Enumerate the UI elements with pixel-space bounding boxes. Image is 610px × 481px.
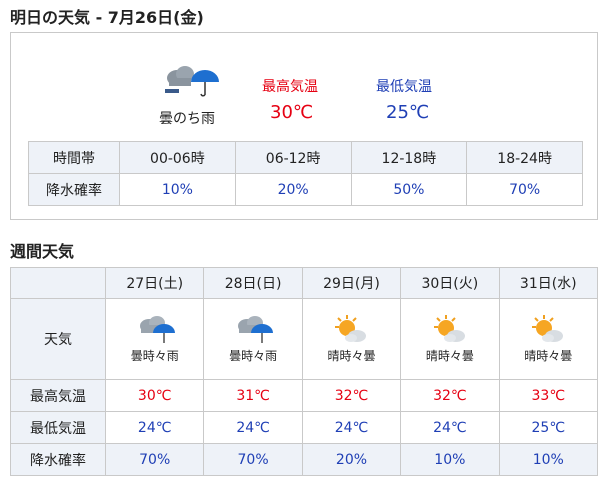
low-temp-row: 最低気温 24℃ 24℃ 24℃ 24℃ 25℃ — [10, 411, 599, 444]
date-row: 27日(土) 28日(日) 29日(月) 30日(火) 31日(水) — [10, 267, 599, 299]
time-slot: 12-18時 — [350, 141, 468, 174]
high-temp-row: 最高気温 30℃ 31℃ 32℃ 32℃ 33℃ — [10, 379, 599, 412]
day-precip: 10% — [400, 443, 500, 476]
day-condition: 晴時々曇 — [425, 349, 474, 363]
tomorrow-low-label: 最低気温 — [376, 79, 432, 95]
day-high: 30℃ — [104, 379, 205, 412]
weekly-heading: 週間天気 — [10, 242, 75, 261]
day-condition: 曇時々雨 — [229, 349, 278, 363]
day-high: 32℃ — [301, 379, 402, 412]
day-date: 28日(日) — [203, 267, 303, 299]
day-weather: 晴時々曇 — [400, 298, 500, 380]
sun-cloud-icon — [335, 315, 367, 342]
day-weather: 曇時々雨 — [104, 298, 205, 380]
precip-value: 20% — [234, 173, 352, 206]
precip-value: 70% — [466, 173, 583, 206]
precip-row: 降水確率 70% 70% 20% 10% 10% — [10, 443, 599, 476]
day-high: 33℃ — [498, 379, 599, 412]
weekly-forecast-table: 27日(土) 28日(日) 29日(月) 30日(火) 31日(水) 天気 曇時… — [10, 267, 599, 476]
day-low: 25℃ — [498, 411, 599, 444]
day-precip: 70% — [104, 443, 205, 476]
time-slot: 06-12時 — [234, 141, 352, 174]
weather-row-label: 天気 — [10, 298, 106, 380]
day-weather: 晴時々曇 — [301, 298, 402, 380]
precip-value: 10% — [119, 173, 236, 206]
day-high: 31℃ — [203, 379, 303, 412]
cloud-rain-icon — [238, 316, 274, 343]
cloud-rain-icon — [139, 316, 175, 343]
day-precip: 10% — [498, 443, 599, 476]
day-low: 24℃ — [203, 411, 303, 444]
day-condition: 曇時々雨 — [130, 349, 179, 363]
precip-header: 降水確率 — [28, 173, 120, 206]
sun-cloud-icon — [433, 315, 465, 342]
day-low: 24℃ — [104, 411, 205, 444]
day-condition: 晴時々曇 — [327, 349, 376, 363]
high-row-label: 最高気温 — [10, 379, 106, 412]
low-row-label: 最低気温 — [10, 411, 106, 444]
tomorrow-precip-table: 時間帯 00-06時 06-12時 12-18時 18-24時 降水確率 10%… — [28, 141, 583, 206]
tomorrow-low-value: 25℃ — [386, 102, 430, 123]
time-slot: 18-24時 — [466, 141, 583, 174]
sun-cloud-icon — [532, 315, 564, 342]
time-slot: 00-06時 — [119, 141, 236, 174]
precip-row-label: 降水確率 — [10, 443, 106, 476]
weather-row: 天気 曇時々雨 曇時々雨 晴時々曇 晴時々曇 晴時々曇 — [10, 298, 599, 380]
precip-value: 50% — [350, 173, 468, 206]
tomorrow-high-label: 最高気温 — [262, 79, 318, 95]
corner-cell — [10, 267, 106, 299]
day-low: 24℃ — [301, 411, 402, 444]
day-date: 31日(水) — [498, 267, 599, 299]
day-weather: 晴時々曇 — [498, 298, 599, 380]
day-precip: 70% — [203, 443, 303, 476]
time-slot-header: 時間帯 — [28, 141, 120, 174]
day-high: 32℃ — [400, 379, 500, 412]
day-date: 27日(土) — [104, 267, 205, 299]
cloudy-then-rain-icon — [165, 66, 219, 97]
day-weather: 曇時々雨 — [203, 298, 303, 380]
day-condition: 晴時々曇 — [524, 349, 573, 363]
day-date: 29日(月) — [301, 267, 402, 299]
tomorrow-condition: 曇のち雨 — [159, 111, 215, 127]
day-date: 30日(火) — [400, 267, 500, 299]
tomorrow-high-value: 30℃ — [270, 102, 314, 123]
day-precip: 20% — [301, 443, 402, 476]
tomorrow-heading: 明日の天気 - 7月26日(金) — [10, 8, 204, 27]
day-low: 24℃ — [400, 411, 500, 444]
